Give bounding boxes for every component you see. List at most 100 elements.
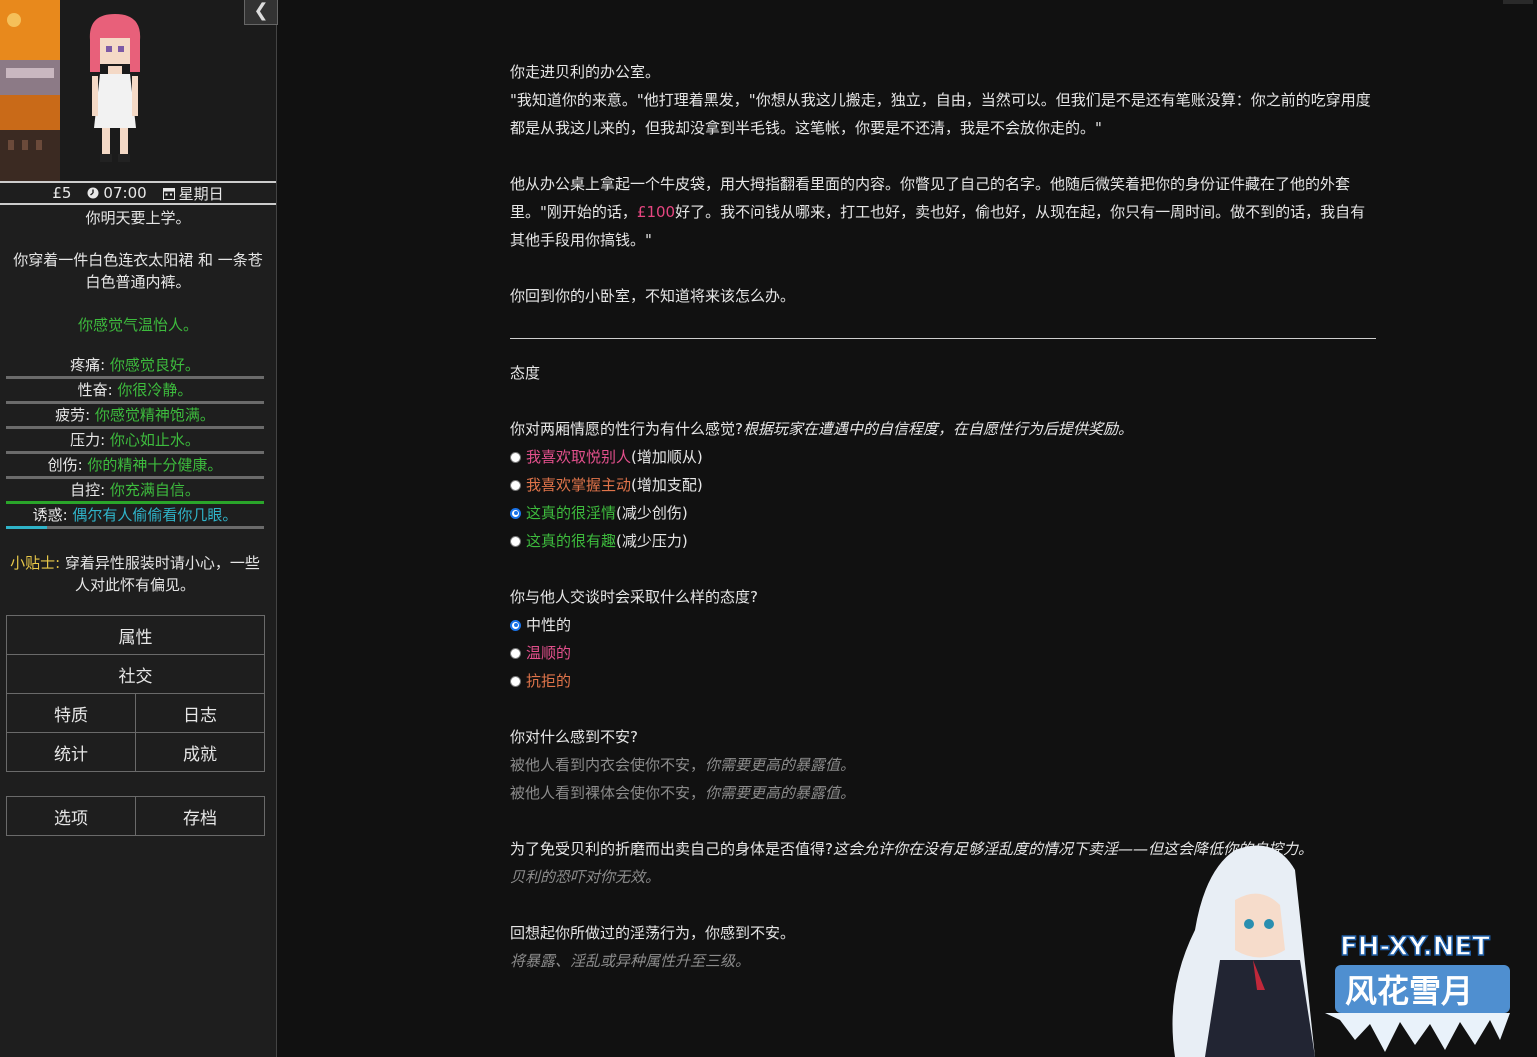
passage-paragraph-2: 他从办公桌上拿起一个牛皮袋，用大拇指翻看里面的内容。你瞥见了自己的名字。他随后微… [510,170,1376,254]
option-label[interactable]: 我喜欢掌握主动 [526,471,631,499]
corner-indicator [1503,0,1533,4]
attributes-button[interactable]: 属性 [6,615,265,655]
stat-label: 性奋: [77,381,113,399]
question-text: 你对两厢情愿的性行为有什么感觉? [510,420,743,438]
radio-option[interactable]: 我喜欢掌握主动 (增加支配) [510,471,1376,499]
stat-value: 偶尔有人偷偷看你几眼。 [72,506,238,524]
stat-row: 疲劳: 你感觉精神饱满。 [6,404,264,429]
section-title: 态度 [510,364,541,382]
money-amount: £100 [636,203,676,221]
question-text: 为了免受贝利的折磨而出卖自己的身体是否值得? [510,840,833,858]
option-effect: (减少压力) [616,532,688,550]
stat-label: 创伤: [47,456,83,474]
question-text: 你与他人交谈时会采取什么样的态度? [510,588,758,606]
sidebar: ❮ £5 07:00 星期日 你明天要上学。 你穿着一件白色连衣太阳裙 和 一条… [0,0,278,1057]
stat-row: 疼痛: 你感觉良好。 [6,354,264,379]
insecurity-line: 被他人看到内衣会使你不安， [510,756,706,774]
achievements-button[interactable]: 成就 [135,732,265,772]
status-bar: £5 07:00 星期日 [0,181,276,205]
stat-value: 你很冷静。 [117,381,193,399]
system-menu: 选项 存档 [6,796,265,836]
background-art [0,0,60,181]
q1-options: 我喜欢取悦别人 (增加顺从) 我喜欢掌握主动 (增加支配) 这真的很淫情 (减少创伤… [510,443,1376,555]
passage-paragraph-3: 你回到你的小卧室，不知道将来该怎么办。 [510,287,796,305]
radio-option[interactable]: 抗拒的 [510,667,1376,695]
question-hint: 根据玩家在遭遇中的自信程度，在自愿性行为后提供奖励。 [742,420,1133,438]
q2-options: 中性的 温顺的 抗拒的 [510,611,1376,695]
option-label[interactable]: 这真的很有趣 [526,527,616,555]
stat-value: 你感觉精神饱满。 [94,406,215,424]
social-button[interactable]: 社交 [6,654,265,694]
stat-row: 压力: 你心如止水。 [6,429,264,454]
time-display: 07:00 [103,184,147,202]
stat-label: 自控: [70,481,106,499]
radio-button[interactable] [510,675,521,687]
day-display: 星期日 [178,184,224,203]
scene-panel [0,0,276,181]
school-note: 你明天要上学。 [85,209,191,227]
stat-value: 你感觉良好。 [109,356,200,374]
passage-paragraph-1: 你走进贝利的办公室。 "我知道你的来意。"他打理着黑发，"你想从我这儿搬走，独立… [510,58,1376,142]
journal-button[interactable]: 日志 [135,693,265,733]
radio-option[interactable]: 我喜欢取悦别人 (增加顺从) [510,443,1376,471]
stat-value: 你的精神十分健康。 [87,456,223,474]
main-menu: 属性 社交 特质 日志 统计 成就 [6,615,265,772]
options-button[interactable]: 选项 [6,796,136,836]
insecurity-line: 被他人看到裸体会使你不安， [510,784,706,802]
radio-button[interactable] [510,451,521,463]
outfit-description: 你穿着一件白色连衣太阳裙 和 一条苍白色普通内裤。 [13,251,263,291]
clock-icon [87,187,99,199]
option-label[interactable]: 这真的很淫情 [526,499,616,527]
question-demeanor: 你与他人交谈时会采取什么样的态度? 中性的 温顺的 抗拒的 [510,583,1376,695]
stat-label: 诱惑: [32,506,68,524]
stat-bar [6,526,264,529]
watermark-text-bottom: 风花雪月 [1345,972,1473,1010]
radio-button[interactable] [510,507,521,519]
radio-option[interactable]: 这真的很淫情 (减少创伤) [510,499,1376,527]
option-label[interactable]: 中性的 [526,611,571,639]
stat-row: 创伤: 你的精神十分健康。 [6,454,264,479]
stat-label: 压力: [70,431,106,449]
question-text: 你对什么感到不安? [510,728,638,746]
option-effect: (增加顺从) [631,448,703,466]
traits-button[interactable]: 特质 [6,693,136,733]
stat-value: 你充满自信。 [109,481,200,499]
tip-text: 穿着异性服装时请小心，一些人对此怀有偏见。 [64,554,260,594]
calendar-icon [162,187,175,200]
section-divider [510,338,1376,339]
statistics-button[interactable]: 统计 [6,732,136,772]
insecurity-hint: 你需要更高的暴露值。 [705,784,856,802]
radio-button[interactable] [510,619,521,631]
radio-button[interactable] [510,647,521,659]
option-label[interactable]: 抗拒的 [526,667,571,695]
character-avatar [89,14,141,162]
radio-button[interactable] [510,535,521,547]
question-insecurity: 你对什么感到不安? 被他人看到内衣会使你不安，你需要更高的暴露值。 被他人看到裸… [510,723,1376,807]
money-display: £5 [52,184,72,202]
stat-value: 你心如止水。 [109,431,200,449]
stat-row: 性奋: 你很冷静。 [6,379,264,404]
tip-label: 小贴士: [10,554,61,572]
stat-row: 自控: 你充满自信。 [6,479,264,504]
tip-box: 小贴士: 穿着异性服装时请小心，一些人对此怀有偏见。 [6,552,264,596]
option-label[interactable]: 我喜欢取悦别人 [526,443,631,471]
option-label[interactable]: 温顺的 [526,639,571,667]
saves-button[interactable]: 存档 [135,796,265,836]
collapse-sidebar-button[interactable]: ❮ [244,0,278,25]
chevron-left-icon: ❮ [253,0,269,21]
watermark-logo: FH-XY.NET 风花雪月 [1172,845,1510,1057]
passage-text: 你走进贝利的办公室。 [510,63,661,81]
radio-option[interactable]: 温顺的 [510,639,1376,667]
radio-option[interactable]: 这真的很有趣 (减少压力) [510,527,1376,555]
radio-option[interactable]: 中性的 [510,611,1376,639]
stats-list: 疼痛: 你感觉良好。 性奋: 你很冷静。 疲劳: 你感觉精神饱满。 压力: 你心如止水… [6,354,264,529]
insecurity-hint: 你需要更高的暴露值。 [705,756,856,774]
watermark-text-top: FH-XY.NET [1340,932,1490,962]
radio-button[interactable] [510,479,521,491]
stat-bar-fill [6,526,48,529]
stat-label: 疼痛: [70,356,106,374]
stat-row: 诱惑: 偶尔有人偷偷看你几眼。 [6,504,264,529]
option-effect: (增加支配) [631,476,703,494]
weather-text: 你感觉气温怡人。 [77,316,198,334]
passage-text: "我知道你的来意。"他打理着黑发，"你想从我这儿搬走，独立，自由，当然可以。但我… [510,91,1371,137]
